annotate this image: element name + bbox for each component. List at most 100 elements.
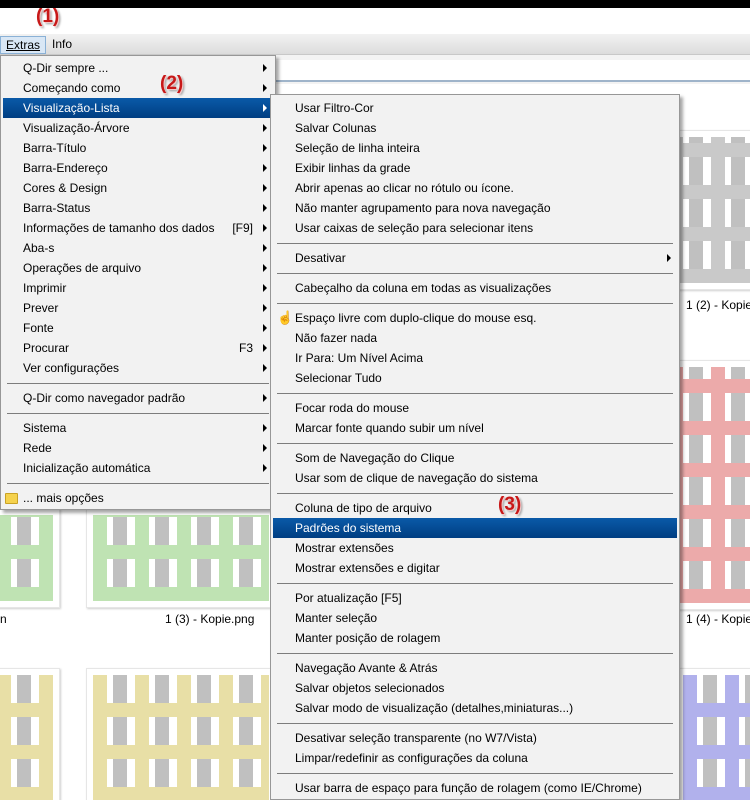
thumbnail-green[interactable] [86, 508, 276, 608]
menu-item-ver-configuracoes[interactable]: Ver configurações [3, 358, 273, 378]
extras-menu: Q-Dir sempre ... Começando como Visualizaç… [0, 55, 276, 510]
menu-item-padroes-do-sistema[interactable]: Padrões do sistema [273, 518, 677, 538]
file-label[interactable]: 1 (3) - Kopie.png [165, 612, 254, 626]
menu-item-cores-design[interactable]: Cores & Design [3, 178, 273, 198]
menu-item-q-dir-como-navegador-padrao[interactable]: Q-Dir como navegador padrão [3, 388, 273, 408]
submenu-arrow-icon [263, 204, 267, 212]
menu-item-procurar[interactable]: Procurar F3 [3, 338, 273, 358]
menu-item-salvar-objetos-selecionados[interactable]: Salvar objetos selecionados [273, 678, 677, 698]
menu-item-barra-endereco[interactable]: Barra-Endereço [3, 158, 273, 178]
thumbnail-green-left[interactable] [0, 508, 60, 608]
menu-item-label: Usar som de clique de navegação do siste… [295, 471, 538, 485]
submenu-arrow-icon [263, 244, 267, 252]
menu-item-prever[interactable]: Prever [3, 298, 273, 318]
menu-item-comecando-como[interactable]: Começando como [3, 78, 273, 98]
submenu-arrow-icon [263, 284, 267, 292]
address-bar[interactable] [270, 60, 750, 82]
menu-item-label: Ver configurações [23, 361, 120, 375]
file-label[interactable]: 1 (2) - Kopie [686, 298, 750, 312]
menu-item-nao-manter-agrupamento-para-nova-navegacao[interactable]: Não manter agrupamento para nova navegaç… [273, 198, 677, 218]
menu-item-limpar-redefinir-as-configuracoes-da-coluna[interactable]: Limpar/redefinir as configurações da col… [273, 748, 677, 768]
callout-3: (3) [498, 494, 522, 515]
menu-item-coluna-de-tipo-de-arquivo[interactable]: Coluna de tipo de arquivo [273, 498, 677, 518]
menu-separator [277, 653, 673, 654]
menu-item-nao-fazer-nada[interactable]: Não fazer nada [273, 328, 677, 348]
menu-item-label: Não fazer nada [295, 331, 378, 345]
menu-item-inicializacao-automatica[interactable]: Inicialização automática [3, 458, 273, 478]
menu-item-cabecalho-da-coluna-em-todas-as-visualizacoes[interactable]: Cabeçalho da coluna em todas as visualiz… [273, 278, 677, 298]
menu-item-ir-para-um-nivel-acima[interactable]: Ir Para: Um Nível Acima [273, 348, 677, 368]
menu-item-desativar-selecao-transparente-no-w7-vista[interactable]: Desativar seleção transparente (no W7/Vi… [273, 728, 677, 748]
screen-top-edge [0, 0, 750, 8]
menu-item-visualizacao-lista[interactable]: Visualização-Lista [3, 98, 273, 118]
menu-item-focar-roda-do-mouse[interactable]: Focar roda do mouse [273, 398, 677, 418]
menu-item-selecionar-tudo[interactable]: Selecionar Tudo [273, 368, 677, 388]
menu-item-salvar-colunas[interactable]: Salvar Colunas [273, 118, 677, 138]
menu-item-selecao-de-linha-inteira[interactable]: Seleção de linha inteira [273, 138, 677, 158]
menu-item-label: Cores & Design [23, 181, 108, 195]
menu-item-label: Visualização-Árvore [23, 121, 130, 135]
menu-item-manter-selecao[interactable]: Manter seleção [273, 608, 677, 628]
thumbnail-yellow[interactable] [86, 668, 276, 800]
menu-separator [7, 483, 269, 484]
menu-item-aba-s[interactable]: Aba-s [3, 238, 273, 258]
menu-item-usar-caixas-de-selecao-para-selecionar-itens[interactable]: Usar caixas de seleção para selecionar i… [273, 218, 677, 238]
menu-item-q-dir-sempre[interactable]: Q-Dir sempre ... [3, 58, 273, 78]
menu-item-mostrar-extensoes-e-digitar[interactable]: Mostrar extensões e digitar [273, 558, 677, 578]
menu-item-usar-filtro-cor[interactable]: Usar Filtro-Cor [273, 98, 677, 118]
menu-item-label: Prever [23, 301, 59, 315]
menu-item-label: Desativar seleção transparente (no W7/Vi… [295, 731, 537, 745]
file-label[interactable]: 1 (4) - Kopie [686, 612, 750, 626]
menu-separator [277, 443, 673, 444]
menu-item-visualizacao-arvore[interactable]: Visualização-Árvore [3, 118, 273, 138]
menu-item-barra-status[interactable]: Barra-Status [3, 198, 273, 218]
menu-item-label: Barra-Título [23, 141, 87, 155]
submenu-arrow-icon [263, 84, 267, 92]
menu-item-label: Não manter agrupamento para nova navegaç… [295, 201, 551, 215]
menu-item-som-de-navegacao-do-clique[interactable]: Som de Navegação do Clique [273, 448, 677, 468]
title-bar [0, 8, 750, 34]
menu-item-label: Sistema [23, 421, 67, 435]
menu-separator [277, 393, 673, 394]
menu-item-salvar-modo-de-visualizacao-detalhes-miniaturas[interactable]: Salvar modo de visualização (detalhes,mi… [273, 698, 677, 718]
menu-info[interactable]: Info [47, 36, 77, 54]
menu-item-espaco-livre-com-duplo-clique-do-mouse-esq[interactable]: ☝ Espaço livre com duplo-clique do mouse … [273, 308, 677, 328]
thumbnail-blue[interactable] [676, 668, 750, 800]
menu-item-label: Procurar [23, 341, 70, 355]
menu-item-rede[interactable]: Rede [3, 438, 273, 458]
menu-item-exibir-linhas-da-grade[interactable]: Exibir linhas da grade [273, 158, 677, 178]
menu-item-mostrar-extensoes[interactable]: Mostrar extensões [273, 538, 677, 558]
menu-item-shortcut: [F9] [232, 221, 253, 235]
menu-separator [277, 243, 673, 244]
menu-item-marcar-fonte-quando-subir-um-nivel[interactable]: Marcar fonte quando subir um nível [273, 418, 677, 438]
thumb-pattern [0, 675, 53, 800]
menu-item-label: Exibir linhas da grade [295, 161, 411, 175]
thumbnail-yellow-left[interactable] [0, 668, 60, 800]
submenu-arrow-icon [263, 394, 267, 402]
menu-item-label: Salvar modo de visualização (detalhes,mi… [295, 701, 574, 715]
menu-item-desativar[interactable]: Desativar [273, 248, 677, 268]
menu-item-navegacao-avante-atras[interactable]: Navegação Avante & Atrás [273, 658, 677, 678]
menu-item-abrir-apenas-ao-clicar-no-rotulo-ou-icone[interactable]: Abrir apenas ao clicar no rótulo ou ícon… [273, 178, 677, 198]
menu-item-fonte[interactable]: Fonte [3, 318, 273, 338]
submenu-arrow-icon [263, 424, 267, 432]
menu-item-label: Manter seleção [295, 611, 378, 625]
menu-item-label: Padrões do sistema [295, 521, 402, 535]
menu-item-informacoes-de-tamanho-dos-dados[interactable]: Informações de tamanho dos dados [F9] [3, 218, 273, 238]
menu-item-usar-som-de-clique-de-navegacao-do-sistema[interactable]: Usar som de clique de navegação do siste… [273, 468, 677, 488]
menu-item-label: Visualização-Lista [23, 101, 120, 115]
menu-item-usar-barra-de-espaco-para-funcao-de-rolagem-como-ie-chrome[interactable]: Usar barra de espaço para função de rola… [273, 778, 677, 798]
menu-item-por-atualizacao-f5[interactable]: Por atualização [F5] [273, 588, 677, 608]
menu-item-manter-posicao-de-rolagem[interactable]: Manter posição de rolagem [273, 628, 677, 648]
menu-item-imprimir[interactable]: Imprimir [3, 278, 273, 298]
menu-item-mais-opcoes[interactable]: ... mais opções [3, 488, 273, 508]
menu-extras[interactable]: Extras [0, 36, 47, 54]
menu-item-sistema[interactable]: Sistema [3, 418, 273, 438]
menu-item-label: Marcar fonte quando subir um nível [295, 421, 484, 435]
submenu-arrow-icon [263, 364, 267, 372]
menu-item-operacoes-de-arquivo[interactable]: Operações de arquivo [3, 258, 273, 278]
menu-item-label: Q-Dir sempre ... [23, 61, 109, 75]
menu-separator [277, 493, 673, 494]
file-label[interactable]: n [0, 612, 7, 626]
menu-item-barra-titulo[interactable]: Barra-Título [3, 138, 273, 158]
